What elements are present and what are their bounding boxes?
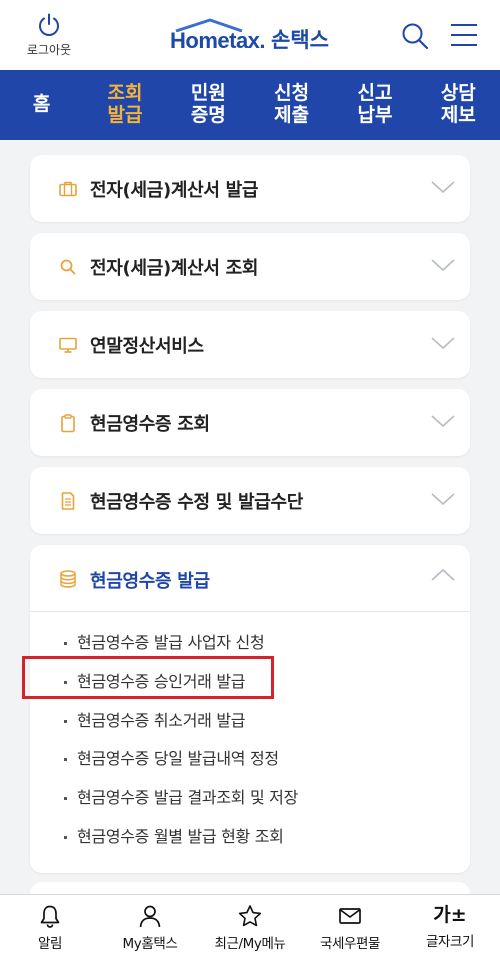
menu-list: 전자(세금)계산서 발급 전자(세금)계산서 조회 연말정산서비스 현금영수증 … [30, 155, 470, 873]
tab-label: 국세우편물 [319, 936, 381, 952]
nav-lookup-issue[interactable]: 조회 발급 [83, 70, 166, 140]
search-button[interactable] [401, 22, 429, 54]
nav-apply-submit[interactable]: 신청 제출 [250, 70, 333, 140]
chevron-down-icon [431, 493, 455, 506]
hamburger-menu-button[interactable] [450, 22, 478, 52]
submenu-item-result-lookup[interactable]: 현금영수증 발급 결과조회 및 저장 [30, 779, 470, 818]
tab-tax-mail[interactable]: 국세우편물 [300, 895, 400, 957]
menu-card-e-invoice-lookup[interactable]: 전자(세금)계산서 조회 [30, 233, 470, 300]
menu-card-cash-receipt-modify[interactable]: 현금영수증 수정 및 발급수단 [30, 467, 470, 534]
menu-card-label: 현금영수증 수정 및 발급수단 [90, 491, 304, 513]
submenu-item-monthly-status[interactable]: 현금영수증 월별 발급 현황 조회 [30, 818, 470, 857]
logo-english: Hometax. [170, 18, 266, 54]
briefcase-icon [59, 181, 77, 197]
menu-card-year-end-settlement[interactable]: 연말정산서비스 [30, 311, 470, 378]
menu-card-e-invoice-issue[interactable]: 전자(세금)계산서 발급 [30, 155, 470, 222]
menu-card-label: 전자(세금)계산서 조회 [90, 257, 259, 279]
mail-icon [339, 908, 361, 924]
menu-card-label: 현금영수증 조회 [90, 413, 210, 435]
menu-card-label: 연말정산서비스 [90, 335, 204, 357]
person-icon [139, 905, 161, 928]
chevron-down-icon [431, 337, 455, 350]
nav-report-pay[interactable]: 신고 납부 [333, 70, 416, 140]
tab-label: 최근/My메뉴 [214, 936, 286, 952]
bottom-tab-bar: 알림 My홈택스 최근/My메뉴 국세우편물 가± 글자크기 [0, 894, 500, 957]
main-nav: 홈 조회 발급 민원 증명 신청 제출 신고 납부 상담 제보 [0, 70, 500, 140]
menu-card-cash-receipt-lookup[interactable]: 현금영수증 조회 [30, 389, 470, 456]
submenu-list: 현금영수증 발급 사업자 신청 현금영수증 승인거래 발급 현금영수증 취소거래… [30, 612, 470, 857]
submenu-item-approval-issue[interactable]: 현금영수증 승인거래 발급 [30, 663, 470, 702]
submenu-item-same-day-correction[interactable]: 현금영수증 당일 발급내역 정정 [30, 740, 470, 779]
bell-icon [40, 905, 60, 928]
tab-label: My홈택스 [122, 936, 178, 952]
font-size-icon: 가± [433, 904, 467, 926]
logout-button[interactable]: 로그아웃 [18, 12, 80, 58]
logout-label: 로그아웃 [26, 43, 72, 57]
hamburger-icon [451, 24, 477, 46]
search-icon [402, 23, 429, 50]
database-icon [60, 570, 76, 588]
clipboard-icon [61, 414, 75, 433]
star-icon [238, 905, 262, 927]
monitor-icon [59, 337, 77, 353]
logo-korean: 손택스 [271, 28, 330, 52]
search-icon [60, 259, 76, 275]
menu-card-label: 전자(세금)계산서 발급 [90, 179, 259, 201]
nav-consult-report[interactable]: 상담 제보 [417, 70, 500, 140]
tab-font-size[interactable]: 가± 글자크기 [400, 895, 500, 957]
roof-icon [175, 18, 243, 32]
tab-label: 알림 [37, 936, 63, 952]
menu-card-cash-receipt-issue: 현금영수증 발급 현금영수증 발급 사업자 신청 현금영수증 승인거래 발급 현… [30, 545, 470, 873]
tab-my-hometax[interactable]: My홈택스 [100, 895, 200, 957]
nav-civil-certificate[interactable]: 민원 증명 [167, 70, 250, 140]
tab-label: 글자크기 [425, 934, 475, 950]
hometax-logo[interactable]: Hometax. 손택스 [170, 18, 329, 54]
document-icon [61, 492, 75, 510]
tab-recent-my-menu[interactable]: 최근/My메뉴 [200, 895, 300, 957]
tab-notifications[interactable]: 알림 [0, 895, 100, 957]
chevron-down-icon [431, 259, 455, 272]
menu-card-header[interactable]: 현금영수증 발급 [30, 545, 470, 612]
power-icon [39, 13, 59, 36]
menu-card-label: 현금영수증 발급 [90, 571, 210, 592]
chevron-down-icon [431, 181, 455, 194]
chevron-down-icon [431, 415, 455, 428]
top-bar: 로그아웃 Hometax. 손택스 [0, 0, 500, 70]
nav-home[interactable]: 홈 [0, 70, 83, 140]
chevron-up-icon [431, 568, 455, 581]
submenu-item-business-registration[interactable]: 현금영수증 발급 사업자 신청 [30, 624, 470, 663]
submenu-item-cancel-issue[interactable]: 현금영수증 취소거래 발급 [30, 702, 470, 741]
